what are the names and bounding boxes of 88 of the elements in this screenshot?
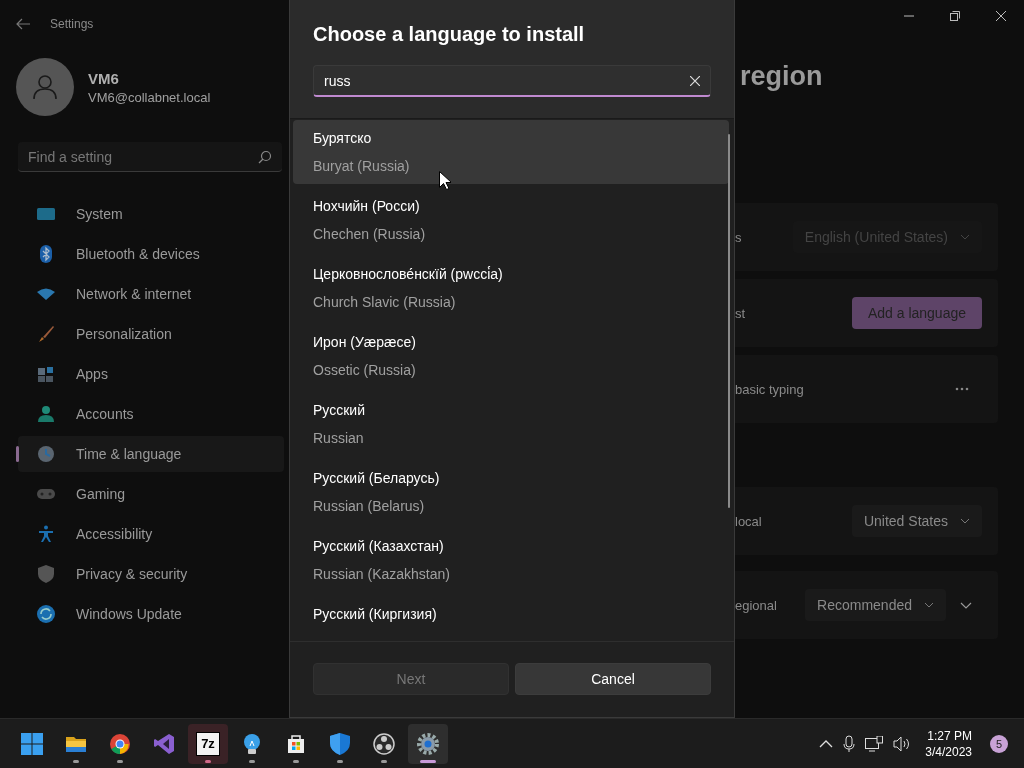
- refresh-icon: [36, 604, 56, 624]
- close-icon: [996, 11, 1006, 21]
- user-name: VM6: [88, 69, 119, 87]
- language-english-name: Russian (Belarus): [313, 497, 426, 516]
- search-icon: [258, 149, 272, 164]
- chevron-down-icon: [960, 601, 972, 609]
- language-english-name: Buryat (Russia): [313, 157, 411, 176]
- dropdown[interactable]: United States: [851, 505, 982, 537]
- person-icon: [36, 404, 56, 424]
- language-native-name: Русский: [313, 401, 366, 420]
- speaker-icon[interactable]: [893, 735, 912, 752]
- chevron-down-icon: [960, 518, 970, 524]
- ribbon-icon: [152, 731, 176, 756]
- network-icon[interactable]: [865, 735, 884, 752]
- language-item[interactable]: Бурятско Buryat (Russia): [293, 120, 729, 184]
- clear-button[interactable]: [690, 75, 700, 86]
- sidebar-item[interactable]: Time & language: [18, 436, 284, 472]
- person-silhouette-icon: [32, 74, 58, 100]
- dialog-button[interactable]: Cancel: [515, 663, 711, 695]
- language-native-name: Русский (Киргизия): [313, 605, 438, 624]
- setting-label: local: [735, 513, 763, 529]
- language-item[interactable]: Русский Russian: [293, 392, 729, 456]
- language-english-name: Chechen (Russia): [313, 225, 427, 244]
- language-item[interactable]: Русский (Казахстан) Russian (Kazakhstan): [293, 528, 729, 592]
- taskbar-app[interactable]: [408, 723, 448, 764]
- sidebar-item[interactable]: Network & internet: [18, 276, 284, 312]
- microphone-icon[interactable]: [843, 734, 856, 753]
- language-native-name: Нохчийн (Росси): [313, 197, 421, 216]
- setting-label: st: [735, 305, 747, 321]
- search-field[interactable]: Find a setting: [18, 142, 282, 172]
- language-native-name: Русский (Беларусь): [313, 469, 441, 488]
- notification-badge[interactable]: 5: [990, 734, 1008, 753]
- disc-icon: [372, 731, 396, 756]
- sidebar-item[interactable]: System: [18, 196, 284, 232]
- sidebar-item[interactable]: Gaming: [18, 476, 284, 512]
- chevron-down-icon: [960, 234, 970, 240]
- browser-icon: [108, 731, 132, 756]
- language-native-name: Русский (Казахстан): [313, 537, 445, 556]
- close-icon: [690, 75, 700, 86]
- scrollbar[interactable]: [728, 134, 730, 508]
- accessibility-icon: [36, 524, 56, 544]
- chevron-down-icon: [924, 602, 934, 608]
- clock-date[interactable]: 3/4/2023: [925, 743, 972, 760]
- language-item[interactable]: Церковнослове́нскїй (рwссі́а) Church Slavic (Russia): [293, 256, 729, 320]
- sidebar-item[interactable]: Personalization: [18, 316, 284, 352]
- apps-icon: [36, 364, 56, 384]
- windows-logo-icon: [21, 732, 43, 755]
- brush-icon: [36, 324, 56, 344]
- taskbar-app[interactable]: 7z: [188, 723, 228, 764]
- sidebar-item[interactable]: Apps: [18, 356, 284, 392]
- search-input[interactable]: Find a setting: [28, 142, 258, 171]
- clock-icon: [36, 444, 56, 464]
- shield-icon: [36, 564, 56, 584]
- sidebar-item[interactable]: Bluetooth & devices: [18, 236, 284, 272]
- language-item[interactable]: Ирон (Уæрæсе) Ossetic (Russia): [293, 324, 729, 388]
- setting-label: egional: [735, 597, 778, 613]
- page-title: region: [740, 60, 824, 93]
- setting-label: basic typing: [735, 381, 805, 397]
- window-title: Settings: [50, 17, 94, 31]
- sidebar-item[interactable]: Accessibility: [18, 516, 284, 552]
- cursor-icon: [439, 171, 451, 190]
- restore-icon: [950, 11, 960, 21]
- language-native-name: Бурятско: [313, 129, 373, 148]
- language-item[interactable]: Русский (Беларусь) Russian (Belarus): [293, 460, 729, 524]
- more-icon: [955, 387, 969, 391]
- dropdown[interactable]: Recommended: [805, 589, 946, 621]
- shield-icon: [328, 731, 352, 756]
- search-input[interactable]: russ: [324, 66, 690, 95]
- language-native-name: Ирон (Уæрæсе): [313, 333, 417, 352]
- user-email: VM6@collabnet.local: [88, 89, 211, 105]
- setting-label: s: [735, 229, 743, 245]
- gear-icon: [416, 731, 440, 756]
- chevron-up-icon[interactable]: [819, 739, 834, 748]
- language-english-name: Ossetic (Russia): [313, 361, 417, 380]
- language-english-name: Russian (Kazakhstan): [313, 565, 451, 584]
- clock-time[interactable]: 1:27 PM: [927, 727, 972, 744]
- language-native-name: Церковнослове́нскїй (рwссі́а): [313, 265, 504, 284]
- sidebar-item[interactable]: Windows Update: [18, 596, 284, 632]
- language-item[interactable]: Нохчийн (Росси) Chechen (Russia): [293, 188, 729, 252]
- sidebar-item[interactable]: Privacy & security: [18, 556, 284, 592]
- language-item[interactable]: Русский (Киргизия): [293, 596, 729, 641]
- archive-logo: 7z: [196, 731, 220, 756]
- language-english-name: Church Slavic (Russia): [313, 293, 457, 312]
- sidebar-item[interactable]: Accounts: [18, 396, 284, 432]
- dialog-title: Choose a language to install: [313, 22, 586, 47]
- language-english-name: Russian: [313, 429, 365, 448]
- back-arrow-icon[interactable]: [16, 18, 30, 30]
- search-field[interactable]: russ: [313, 65, 711, 97]
